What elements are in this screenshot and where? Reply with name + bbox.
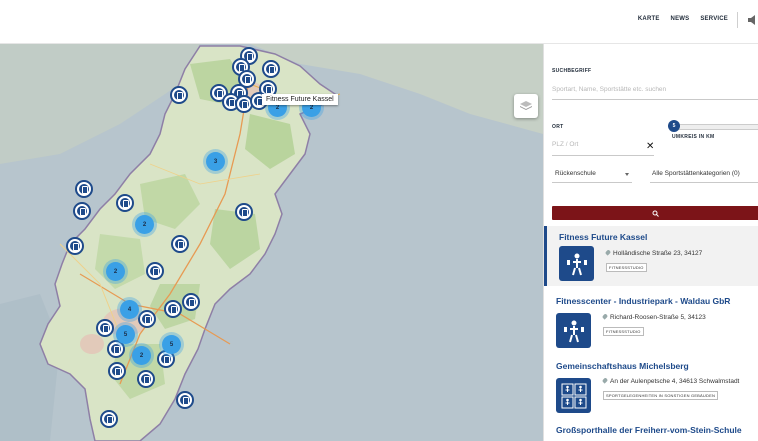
map-marker[interactable] (235, 203, 253, 221)
result-title[interactable]: Fitnesscenter - Industriepark - Waldau G… (556, 296, 730, 306)
search-icon (652, 210, 659, 217)
map-cluster[interactable]: 4 (120, 300, 139, 319)
sport-select[interactable]: Rückenschule (555, 170, 596, 177)
search-panel: SUCHBEGRIFF Sportart, Name, Sportstätte … (543, 44, 758, 441)
top-nav: KARTE NEWS SERVICE (638, 16, 728, 22)
nav-divider (737, 12, 738, 28)
category-select-underline (650, 182, 758, 183)
result-item[interactable]: Großsporthalle der Freiherr-vom-Stein-Sc… (544, 420, 758, 441)
speaker-icon[interactable] (748, 14, 758, 26)
layers-icon (520, 101, 532, 110)
top-bar: KARTE NEWS SERVICE (0, 0, 758, 44)
map-marker[interactable] (171, 235, 189, 253)
clear-place-icon[interactable]: ✕ (646, 141, 654, 152)
result-item[interactable]: Fitnesscenter - Industriepark - Waldau G… (544, 290, 758, 354)
fitness-icon (559, 246, 594, 281)
place-underline (552, 155, 654, 156)
result-category-tag: FITNESSSTUDIO (606, 263, 647, 272)
result-category-tag: FITNESSSTUDIO (603, 327, 644, 336)
map-marker[interactable] (176, 391, 194, 409)
map-marker[interactable] (73, 202, 91, 220)
map-cluster[interactable]: 2 (106, 262, 125, 281)
map-marker[interactable] (116, 194, 134, 212)
radius-label: UMKREIS IN KM (672, 134, 715, 140)
fitness-icon (556, 313, 591, 348)
result-item[interactable]: Fitness Future Kassel Holländische Straß… (544, 226, 758, 286)
map-marker[interactable] (108, 362, 126, 380)
map-marker[interactable] (100, 410, 118, 428)
search-term-underline (552, 99, 758, 100)
map-marker[interactable] (66, 237, 84, 255)
search-button[interactable] (552, 206, 758, 220)
layer-switcher-button[interactable] (514, 94, 538, 118)
search-term-input[interactable]: Sportart, Name, Sportstätte etc. suchen (552, 86, 666, 93)
radius-slider[interactable] (674, 124, 758, 130)
chevron-down-icon (625, 173, 629, 176)
map-cluster[interactable]: 2 (132, 346, 151, 365)
map-tooltip: Fitness Future Kassel (262, 94, 338, 105)
map-marker[interactable] (137, 370, 155, 388)
map-marker[interactable] (146, 262, 164, 280)
result-title[interactable]: Großsporthalle der Freiherr-vom-Stein-Sc… (556, 425, 742, 435)
map-cluster[interactable]: 3 (206, 152, 225, 171)
location-pin-icon (601, 377, 609, 384)
sport-select-underline (552, 182, 632, 183)
map-marker[interactable] (96, 319, 114, 337)
result-item[interactable]: Gemeinschaftshaus Michelsberg An der Aul… (544, 356, 758, 420)
map-cluster[interactable]: 5 (116, 325, 135, 344)
nav-service[interactable]: SERVICE (700, 16, 728, 22)
nav-news[interactable]: NEWS (671, 16, 690, 22)
map-cluster[interactable]: 5 (162, 335, 181, 354)
place-label: ORT (552, 124, 564, 130)
map-cluster[interactable]: 2 (135, 215, 154, 234)
result-address: Holländische Straße 23, 34127 (604, 249, 702, 257)
map-marker[interactable] (164, 300, 182, 318)
result-category-tag: SPORTGELEGENHEITEN IN SONSTIGEN GEBÄUDEN (603, 391, 719, 400)
category-select[interactable]: Alle Sportstättenkategorien (0) (652, 170, 740, 177)
map-marker[interactable] (75, 180, 93, 198)
location-pin-icon (601, 313, 609, 320)
location-pin-icon (604, 249, 612, 256)
result-address: Richard-Roosen-Straße 5, 34123 (601, 313, 706, 321)
result-title[interactable]: Gemeinschaftshaus Michelsberg (556, 361, 689, 371)
map-marker[interactable] (138, 310, 156, 328)
nav-karte[interactable]: KARTE (638, 16, 660, 22)
search-term-label: SUCHBEGRIFF (552, 68, 592, 74)
map-marker[interactable] (262, 60, 280, 78)
result-address: An der Aulenpetsche 4, 34613 Schwalmstad… (601, 377, 739, 385)
multi-sport-icon (556, 378, 591, 413)
map-marker[interactable] (182, 293, 200, 311)
place-input[interactable]: PLZ / Ort (552, 141, 578, 148)
result-title[interactable]: Fitness Future Kassel (559, 232, 647, 242)
map-area[interactable]: 2 2 3 2 2 4 5 2 5 Fitness Future Kassel (0, 44, 543, 441)
map-marker[interactable] (170, 86, 188, 104)
radius-slider-knob[interactable]: 5 (668, 120, 680, 132)
